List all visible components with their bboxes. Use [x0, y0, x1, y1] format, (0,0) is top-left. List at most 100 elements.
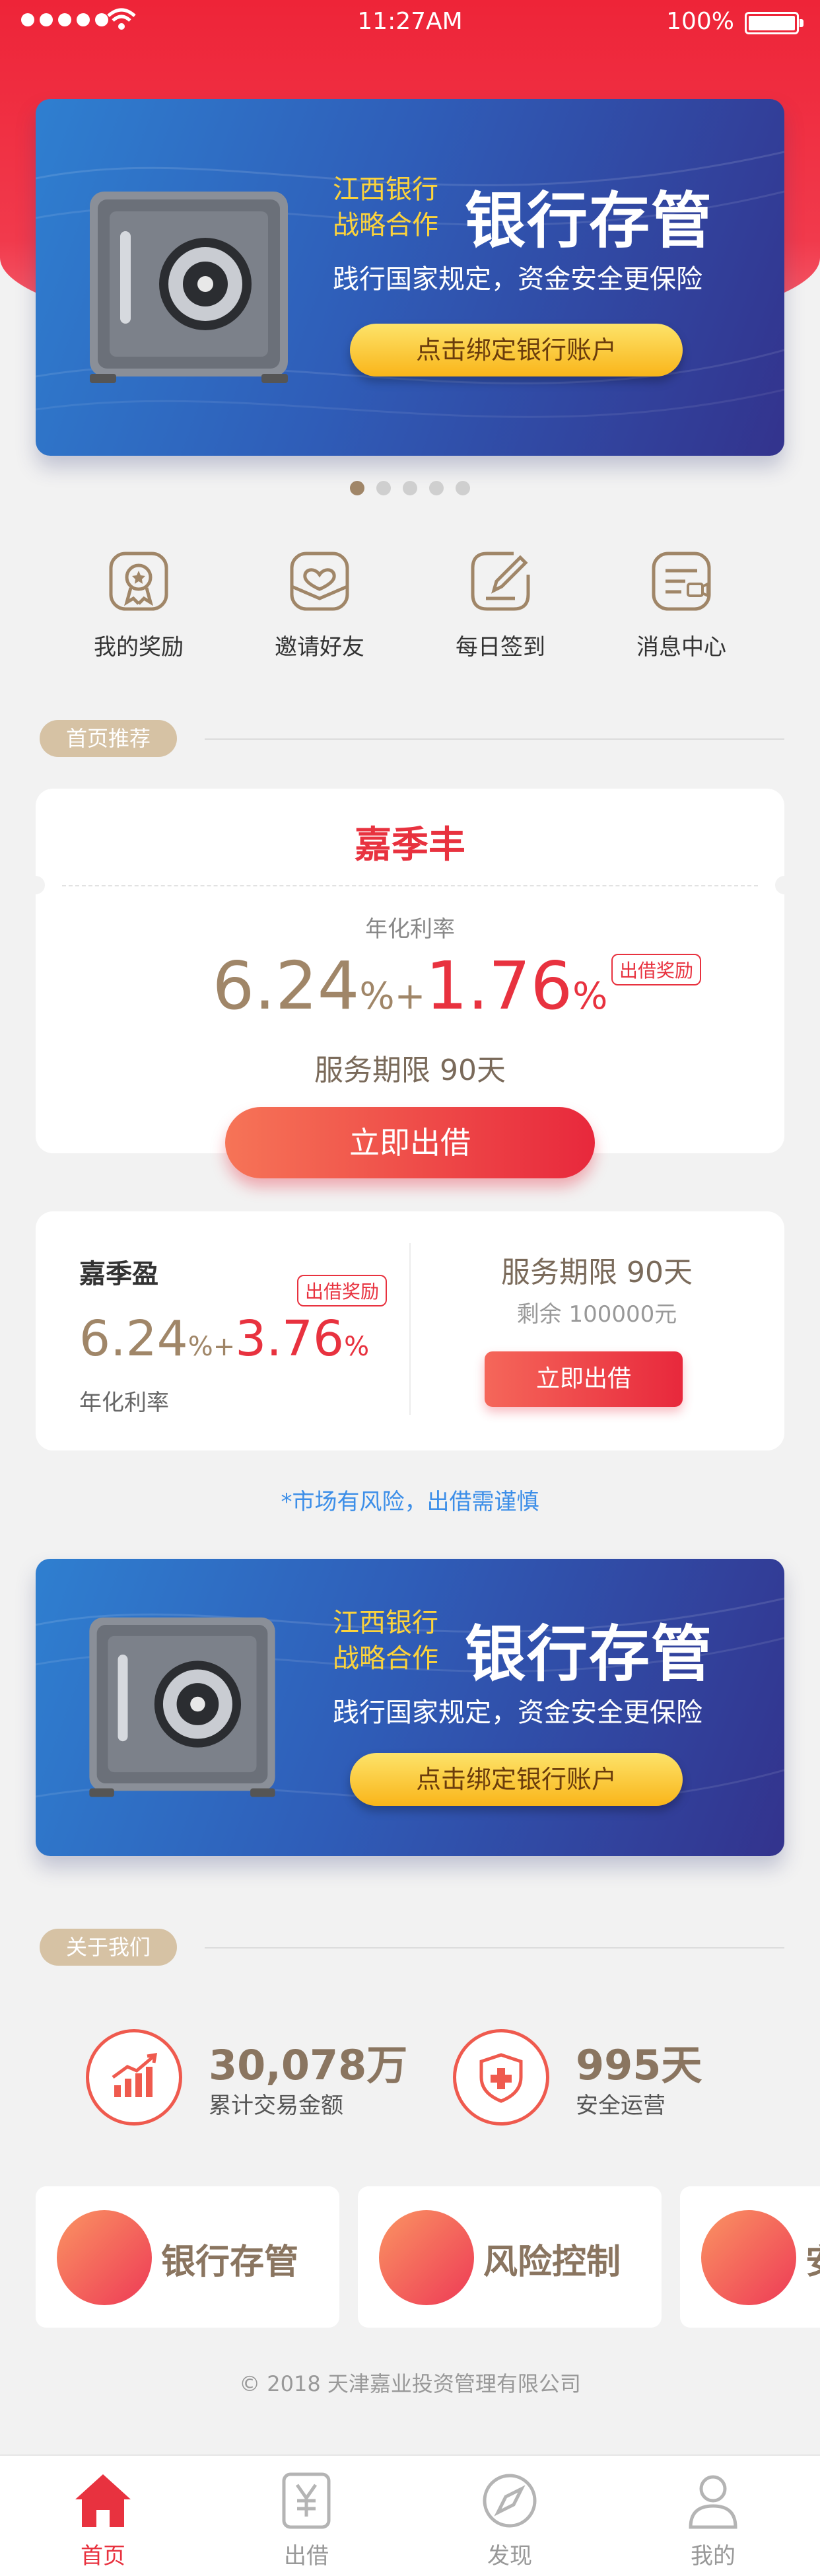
plus-sign: + — [394, 975, 426, 1018]
annual-rate-label: 年化利率 — [79, 1390, 169, 1416]
reward-tag: 出借奖励 — [611, 954, 702, 985]
plus-sign: + — [213, 1332, 236, 1362]
featured-product-card[interactable]: 嘉季丰 年化利率 6.24%+1.76% 出借奖励 服务期限 90天 — [26, 789, 794, 1153]
feature-icon — [57, 2210, 152, 2305]
banner-title: 银行存管 — [465, 1619, 714, 1690]
percent-sign: % — [359, 975, 395, 1018]
feature-label: 安 — [805, 2234, 820, 2283]
banner-partner: 江西银行 战略合作 — [333, 174, 438, 240]
tab-discover[interactable]: 发现 — [444, 2469, 576, 2570]
carousel-dot[interactable] — [376, 481, 391, 495]
remaining-amount: 剩余 100000元 — [516, 1301, 677, 1328]
feature-card-risk-control[interactable]: 风险控制 — [358, 2186, 662, 2328]
quick-action-label: 我的奖励 — [94, 634, 184, 661]
bonus-rate: 1.76 — [425, 947, 573, 1024]
bank-custody-banner[interactable]: 江西银行 战略合作 银行存管 践行国家规定，资金安全更保险 点击绑定银行账户 — [36, 99, 784, 456]
chart-bars-icon — [112, 2052, 158, 2097]
feature-card-bank-custody[interactable]: 银行存管 — [36, 2186, 339, 2328]
feature-icon — [701, 2210, 796, 2305]
about-stats: 30,078万 累计交易金额 995天 安全运营 — [0, 2029, 820, 2141]
stat-icon-circle — [453, 2029, 549, 2126]
lend-now-button[interactable]: 立即出借 — [225, 1107, 595, 1178]
banner-subtitle: 践行国家规定，资金安全更保险 — [333, 264, 702, 295]
stat-icon-circle — [86, 2029, 182, 2126]
shield-cross-icon — [479, 2053, 523, 2103]
banner-partner: 江西银行 战略合作 — [333, 1608, 438, 1674]
quick-action-label: 邀请好友 — [275, 634, 364, 661]
quick-action-label: 每日签到 — [456, 634, 545, 661]
section-divider — [205, 1947, 784, 1949]
base-rate: 6.24 — [212, 947, 360, 1024]
product-name: 嘉季盈 — [79, 1259, 158, 1289]
bank-custody-banner[interactable]: 江西银行 战略合作 银行存管 践行国家规定，资金安全更保险 点击绑定银行账户 — [36, 1559, 784, 1856]
tab-label: 我的 — [691, 2543, 735, 2569]
quick-action-message-center[interactable]: 消息中心 — [615, 548, 747, 661]
quick-action-label: 消息中心 — [636, 634, 726, 661]
quick-action-my-rewards[interactable]: 我的奖励 — [73, 548, 205, 661]
carousel-dot[interactable] — [429, 481, 444, 495]
bind-bank-account-button[interactable]: 点击绑定银行账户 — [350, 324, 683, 376]
tab-label: 首页 — [81, 2543, 125, 2569]
battery-percent: 100% — [666, 8, 734, 35]
stat-label: 累计交易金额 — [209, 2093, 343, 2119]
secondary-product-card[interactable]: 嘉季盈 出借奖励 6.24%+3.76% 年化利率 服务期限 90天 剩余 10… — [36, 1211, 784, 1450]
quick-action-invite-friends[interactable]: 邀请好友 — [254, 548, 386, 661]
annual-rate: 6.24%+3.76% — [79, 1310, 369, 1367]
card-dashed-divider — [62, 885, 758, 886]
banner-title: 银行存管 — [465, 186, 714, 256]
yen-icon — [282, 2472, 331, 2529]
quick-action-daily-check-in[interactable]: 每日签到 — [434, 548, 566, 661]
feature-card-security[interactable]: 安 — [680, 2186, 820, 2328]
card-notch — [26, 876, 45, 894]
feature-cards: 银行存管 风险控制 安 — [0, 2186, 820, 2328]
service-term: 服务期限 90天 — [314, 1054, 506, 1087]
tab-lend[interactable]: 出借 — [240, 2469, 372, 2570]
section-divider — [205, 738, 784, 740]
feature-icon — [379, 2210, 474, 2305]
reward-badge-icon — [109, 552, 168, 611]
quick-actions: 我的奖励 邀请好友 每日签到 消息中心 — [0, 548, 820, 674]
sign-in-pencil-icon — [471, 552, 530, 611]
percent-sign: % — [344, 1332, 370, 1362]
battery-icon — [745, 12, 803, 34]
stat-value: 30,078万 — [209, 2041, 408, 2089]
profile-icon — [689, 2475, 737, 2529]
product-name: 嘉季丰 — [355, 824, 465, 867]
stat-label: 安全运营 — [576, 2093, 666, 2119]
about-section-header: 关于我们 — [40, 1929, 784, 1966]
carousel-dot[interactable] — [403, 481, 417, 495]
reward-tag: 出借奖励 — [297, 1275, 388, 1306]
carousel-indicator — [0, 481, 820, 495]
tab-mine[interactable]: 我的 — [647, 2469, 779, 2570]
base-rate: 6.24 — [79, 1310, 188, 1367]
risk-warning: *市场有风险，出借需谨慎 — [281, 1489, 539, 1515]
invite-heart-icon — [290, 552, 349, 611]
carousel-dot[interactable] — [350, 481, 364, 495]
lend-now-button[interactable]: 立即出借 — [485, 1351, 683, 1407]
carousel-dot[interactable] — [456, 481, 470, 495]
bonus-rate: 3.76 — [235, 1310, 345, 1367]
bind-bank-account-button[interactable]: 点击绑定银行账户 — [350, 1753, 683, 1806]
service-term: 服务期限 90天 — [501, 1256, 693, 1289]
message-center-icon — [652, 552, 711, 611]
card-notch — [775, 876, 794, 894]
feature-label: 风险控制 — [483, 2242, 621, 2282]
status-bar: 11:27AM 100% — [0, 0, 820, 46]
tab-home[interactable]: 首页 — [37, 2469, 169, 2570]
percent-sign: % — [188, 1332, 213, 1362]
bottom-tab-bar: 首页 出借 发现 我的 — [0, 2454, 820, 2576]
tab-label: 出借 — [284, 2543, 329, 2569]
home-icon — [75, 2474, 131, 2527]
section-tag: 关于我们 — [40, 1929, 178, 1966]
banner-subtitle: 践行国家规定，资金安全更保险 — [333, 1698, 702, 1728]
safe-box-icon — [89, 1617, 275, 1797]
safe-box-icon — [90, 192, 288, 383]
tab-label: 发现 — [487, 2543, 532, 2569]
stat-value: 995天 — [576, 2041, 702, 2089]
compass-icon — [483, 2474, 537, 2528]
recommend-section-header: 首页推荐 — [40, 720, 784, 757]
section-tag: 首页推荐 — [40, 720, 178, 757]
copyright: © 2018 天津嘉业投资管理有限公司 — [239, 2371, 581, 2396]
feature-label: 银行存管 — [161, 2242, 299, 2282]
percent-sign: % — [572, 975, 608, 1018]
